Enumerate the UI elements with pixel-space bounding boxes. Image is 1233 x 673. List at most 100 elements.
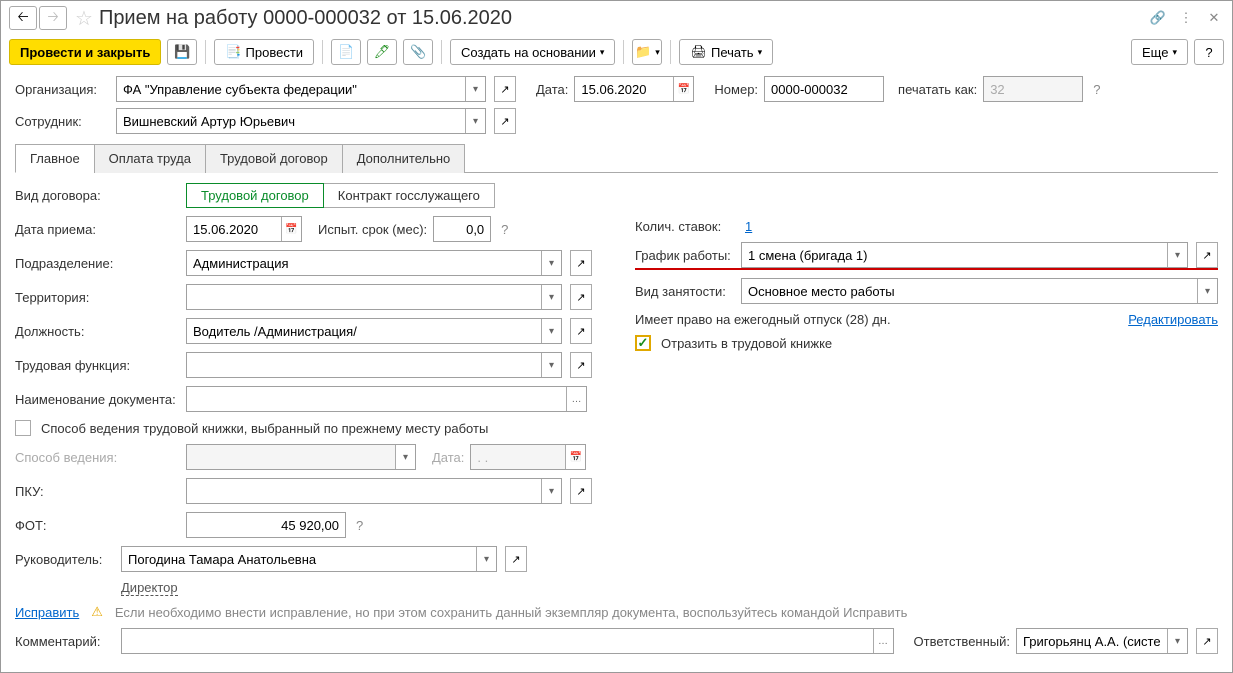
method-input: [187, 445, 395, 469]
doc-button[interactable]: 📄: [331, 39, 361, 65]
dept-open[interactable]: ↗: [570, 250, 592, 276]
vacation-edit-link[interactable]: Редактировать: [1128, 312, 1218, 327]
rates-link[interactable]: 1: [745, 219, 752, 234]
org-dropdown[interactable]: ▾: [465, 77, 485, 101]
pku-input[interactable]: [187, 479, 541, 503]
contract-type-labor[interactable]: Трудовой договор: [186, 183, 324, 208]
responsible-dropdown[interactable]: ▾: [1167, 629, 1187, 653]
help-button[interactable]: ?: [1194, 39, 1224, 65]
employee-input[interactable]: [117, 109, 465, 133]
pku-open[interactable]: ↗: [570, 478, 592, 504]
org-open[interactable]: ↗: [494, 76, 516, 102]
func-open[interactable]: ↗: [570, 352, 592, 378]
refresh-button[interactable]: 📁▾: [632, 39, 662, 65]
hire-date-input[interactable]: [187, 217, 281, 241]
tab-contract[interactable]: Трудовой договор: [205, 144, 343, 173]
structure-icon: 🖊: [374, 44, 391, 60]
contract-type-gov[interactable]: Контракт госслужащего: [323, 183, 495, 208]
submit-button[interactable]: 📑Провести: [214, 39, 314, 65]
comment-more[interactable]: …: [873, 629, 893, 653]
pku-label: ПКУ:: [15, 484, 180, 499]
responsible-open[interactable]: ↗: [1196, 628, 1218, 654]
date-picker[interactable]: 📅: [673, 77, 693, 101]
number-label: Номер:: [714, 82, 758, 97]
hire-date-picker[interactable]: 📅: [281, 217, 301, 241]
more-button[interactable]: Еще ▾: [1131, 39, 1188, 65]
responsible-label: Ответственный:: [914, 634, 1010, 649]
schedule-open[interactable]: ↗: [1196, 242, 1218, 268]
tab-additional[interactable]: Дополнительно: [342, 144, 466, 173]
number-input[interactable]: [765, 77, 883, 101]
method-date-picker[interactable]: 📅: [565, 445, 585, 469]
method-dropdown[interactable]: ▾: [395, 445, 415, 469]
manager-open[interactable]: ↗: [505, 546, 527, 572]
close-icon[interactable]: ✕: [1204, 8, 1224, 28]
printer-icon: 🖨: [690, 44, 707, 60]
territory-input[interactable]: [187, 285, 541, 309]
docname-more[interactable]: …: [566, 387, 586, 411]
position-dropdown[interactable]: ▾: [541, 319, 561, 343]
contract-type-label: Вид договора:: [15, 188, 180, 203]
rates-label: Колич. ставок:: [635, 219, 735, 234]
star-icon: 📁: [635, 44, 651, 60]
responsible-input[interactable]: [1017, 629, 1167, 653]
dept-input[interactable]: [187, 251, 541, 275]
tab-main[interactable]: Главное: [15, 144, 95, 173]
menu-icon[interactable]: ⋮: [1176, 8, 1196, 28]
org-input[interactable]: [117, 77, 465, 101]
help-icon[interactable]: ?: [356, 518, 363, 533]
org-label: Организация:: [15, 82, 110, 97]
probation-input[interactable]: [434, 217, 490, 241]
employee-open[interactable]: ↗: [494, 108, 516, 134]
manager-label: Руководитель:: [15, 552, 115, 567]
structure-button[interactable]: 🖊: [367, 39, 397, 65]
fot-input[interactable]: [187, 513, 345, 537]
hire-date-label: Дата приема:: [15, 222, 180, 237]
attach-button[interactable]: 📎: [403, 39, 433, 65]
prev-method-checkbox[interactable]: [15, 420, 31, 436]
schedule-dropdown[interactable]: ▾: [1167, 243, 1187, 267]
func-dropdown[interactable]: ▾: [541, 353, 561, 377]
warning-icon: ⚠: [91, 604, 103, 620]
func-label: Трудовая функция:: [15, 358, 180, 373]
save-icon: 💾: [174, 44, 190, 60]
date-label: Дата:: [536, 82, 568, 97]
employment-dropdown[interactable]: ▾: [1197, 279, 1217, 303]
back-button[interactable]: 🡠: [9, 6, 37, 30]
employee-dropdown[interactable]: ▾: [465, 109, 485, 133]
separator: [670, 40, 671, 64]
help-icon[interactable]: ?: [1093, 82, 1100, 97]
print-button[interactable]: 🖨 Печать ▾: [679, 39, 773, 65]
link-icon[interactable]: 🔗: [1148, 8, 1168, 28]
help-icon[interactable]: ?: [501, 222, 508, 237]
employment-input[interactable]: [742, 279, 1197, 303]
comment-input[interactable]: [122, 629, 873, 653]
manager-dropdown[interactable]: ▾: [476, 547, 496, 571]
fix-note: Если необходимо внести исправление, но п…: [115, 605, 907, 620]
territory-dropdown[interactable]: ▾: [541, 285, 561, 309]
create-based-button[interactable]: Создать на основании ▾: [450, 39, 615, 65]
manager-input[interactable]: [122, 547, 476, 571]
save-button[interactable]: 💾: [167, 39, 197, 65]
docname-input[interactable]: [187, 387, 566, 411]
func-input[interactable]: [187, 353, 541, 377]
separator: [623, 40, 624, 64]
submit-close-button[interactable]: Провести и закрыть: [9, 39, 161, 65]
manager-position-link[interactable]: Директор: [121, 580, 178, 596]
chevron-down-icon: ▾: [600, 47, 605, 58]
date-input[interactable]: [575, 77, 673, 101]
schedule-input[interactable]: [742, 243, 1167, 267]
reflect-label: Отразить в трудовой книжке: [661, 336, 832, 351]
tab-pay[interactable]: Оплата труда: [94, 144, 206, 173]
fix-link[interactable]: Исправить: [15, 605, 79, 620]
dept-dropdown[interactable]: ▾: [541, 251, 561, 275]
position-open[interactable]: ↗: [570, 318, 592, 344]
pku-dropdown[interactable]: ▾: [541, 479, 561, 503]
position-input[interactable]: [187, 319, 541, 343]
vacation-text: Имеет право на ежегодный отпуск (28) дн.: [635, 312, 891, 327]
reflect-checkbox[interactable]: [635, 335, 651, 351]
forward-button[interactable]: 🡢: [39, 6, 67, 30]
territory-open[interactable]: ↗: [570, 284, 592, 310]
probation-label: Испыт. срок (мес):: [318, 222, 427, 237]
favorite-icon[interactable]: ☆: [75, 6, 93, 31]
